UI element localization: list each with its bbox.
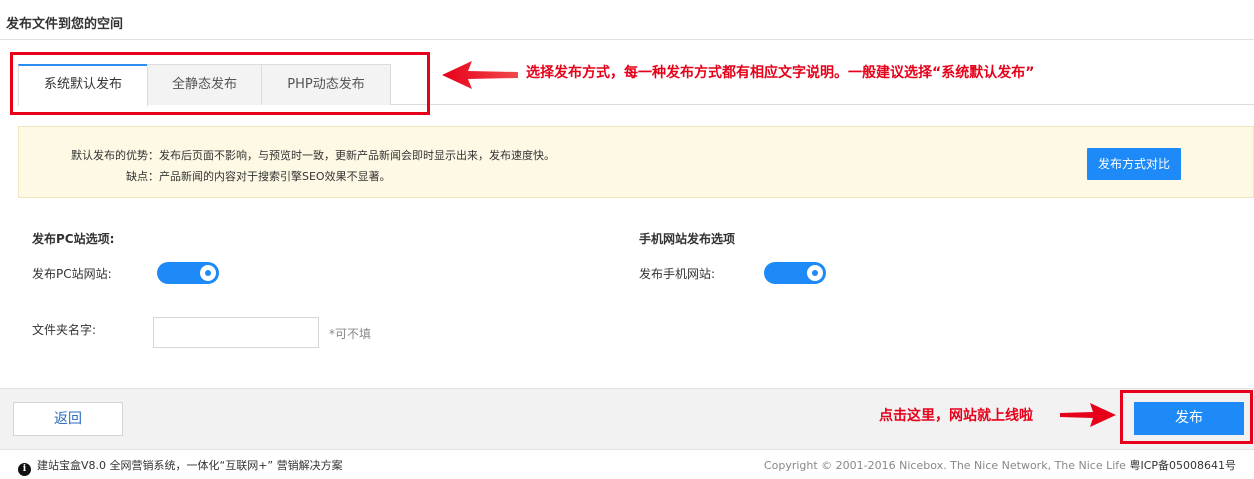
icp-number[interactable]: 粤ICP备05008641号 <box>1129 459 1236 472</box>
footer-product-info: i 建站宝盒V8.0 全网营销系统，一体化“互联网+” 营销解决方案 <box>18 457 343 476</box>
pc-options-title: 发布PC站选项: <box>32 232 115 246</box>
disadvantage-value: 产品新闻的内容对于搜索引擎SEO效果不显著。 <box>159 170 391 183</box>
advantage-value: 发布后页面不影响，与预览时一致，更新产品新闻会即时显示出来，发布速度快。 <box>159 149 555 162</box>
pc-publish-label: 发布PC站网站: <box>32 267 112 281</box>
compare-modes-button[interactable]: 发布方式对比 <box>1087 148 1181 180</box>
publish-page: 发布文件到您的空间 系统默认发布 全静态发布 PHP动态发布 选择发布方式，每一… <box>0 0 1254 479</box>
advantage-row: 默认发布的优势：发布后页面不影响，与预览时一致，更新产品新闻会即时显示出来，发布… <box>19 147 555 163</box>
folder-name-hint: *可不填 <box>329 327 372 341</box>
footer-copyright: Copyright © 2001-2016 Nicebox. The Nice … <box>764 457 1236 473</box>
copyright-text: Copyright © 2001-2016 Nicebox. The Nice … <box>763 459 1126 472</box>
publish-highlight-box <box>1120 390 1253 444</box>
page-header: 发布文件到您的空间 <box>0 0 1254 40</box>
toggle-knob <box>200 265 216 281</box>
back-button[interactable]: 返回 <box>13 402 123 436</box>
mobile-publish-label: 发布手机网站: <box>639 267 716 281</box>
tabs-annotation: 选择发布方式，每一种发布方式都有相应文字说明。一般建议选择“系统默认发布” <box>526 65 1035 81</box>
mobile-options-title: 手机网站发布选项 <box>639 232 736 246</box>
folder-name-input[interactable] <box>153 317 319 348</box>
left-arrow-icon <box>442 61 518 89</box>
toggle-knob <box>807 265 823 281</box>
pc-publish-toggle[interactable] <box>157 262 219 284</box>
disadvantage-row: 缺点：产品新闻的内容对于搜索引擎SEO效果不显著。 <box>19 168 391 184</box>
publish-notice: 默认发布的优势：发布后页面不影响，与预览时一致，更新产品新闻会即时显示出来，发布… <box>18 126 1254 198</box>
folder-name-label: 文件夹名字: <box>32 323 97 337</box>
footer-product-text: 建站宝盒V8.0 全网营销系统，一体化“互联网+” 营销解决方案 <box>37 459 343 472</box>
right-arrow-icon <box>1060 403 1116 427</box>
mobile-publish-toggle[interactable] <box>764 262 826 284</box>
info-icon: i <box>18 463 31 476</box>
page-title: 发布文件到您的空间 <box>6 17 124 32</box>
advantage-key: 默认发布的优势： <box>71 149 159 162</box>
disadvantage-key: 缺点： <box>126 170 159 183</box>
publish-annotation: 点击这里，网站就上线啦 <box>879 408 1033 424</box>
tabs-highlight-box <box>10 52 430 115</box>
